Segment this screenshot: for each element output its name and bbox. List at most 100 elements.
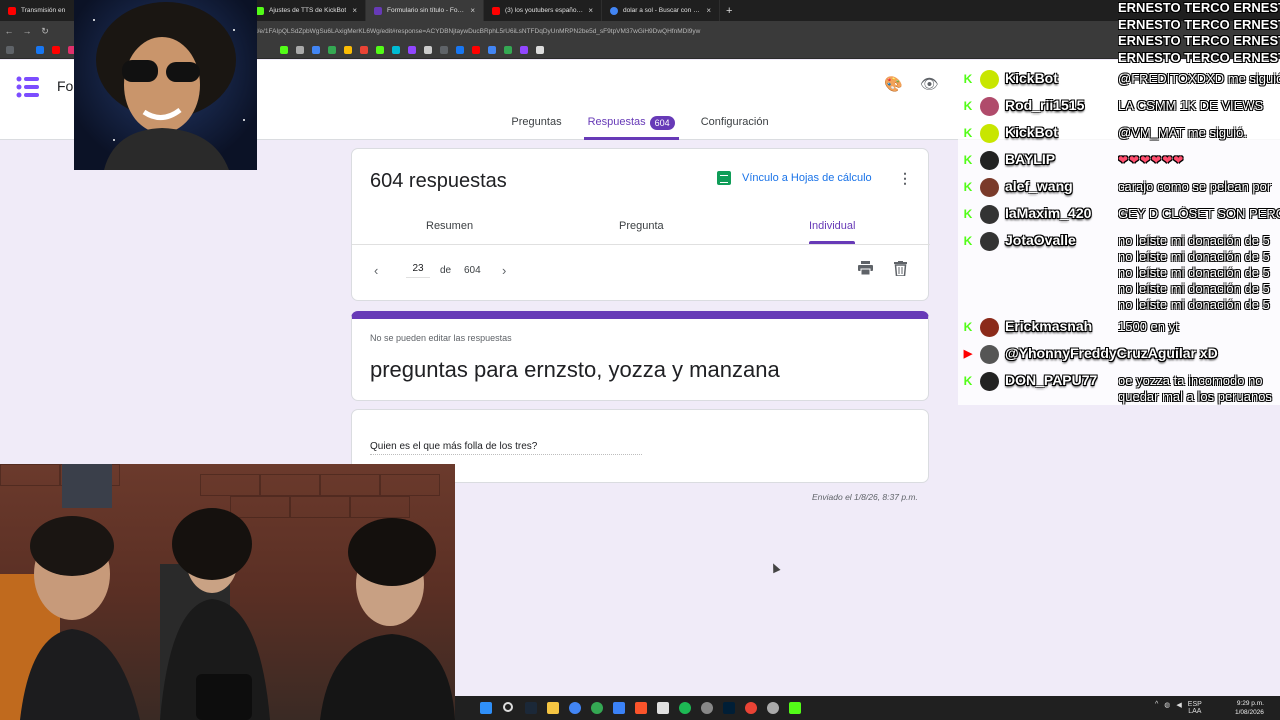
avatar	[980, 345, 999, 364]
preview-eye-icon[interactable]: 👁	[920, 76, 939, 94]
obs-icon[interactable]	[701, 702, 713, 714]
avatar	[980, 124, 999, 143]
print-icon[interactable]	[858, 261, 873, 275]
tab-configuracion[interactable]: Configuración	[697, 110, 773, 140]
tab-respuestas[interactable]: Respuestas 604	[583, 110, 679, 140]
no-edit-notice: No se pueden editar las respuestas	[370, 333, 512, 343]
bookmark-icon[interactable]	[344, 45, 352, 54]
clock[interactable]: 9:29 p.m. 1/08/2026	[1235, 699, 1264, 717]
bookmark-icon[interactable]	[376, 45, 384, 54]
forward-icon[interactable]: →	[18, 26, 36, 36]
ticker-line: ERNESTO TERCO ERNESTO	[1118, 33, 1280, 48]
next-response-icon[interactable]: ›	[502, 263, 506, 278]
bookmark-icon[interactable]	[488, 45, 496, 54]
streamer-avatar-overlay	[74, 0, 257, 170]
kick-icon: K	[963, 320, 973, 334]
back-icon[interactable]: ←	[0, 26, 18, 36]
app-icon[interactable]	[613, 702, 625, 714]
bookmark-icon[interactable]	[456, 45, 464, 54]
sheets-icon	[717, 171, 731, 185]
bookmark-icon[interactable]	[440, 45, 448, 54]
chat-text: @VM_MAT me siguió.	[1118, 125, 1248, 140]
new-tab-button[interactable]: +	[720, 5, 738, 17]
bookmark-icon[interactable]	[280, 45, 288, 54]
link-to-sheets-button[interactable]: Vínculo a Hojas de cálculo	[717, 171, 872, 185]
bookmark-icon[interactable]	[472, 45, 480, 54]
close-icon[interactable]: ×	[352, 6, 357, 15]
bookmark-icon[interactable]	[52, 45, 60, 54]
responses-count: 604 respuestas	[370, 170, 507, 192]
bookmark-icon[interactable]	[36, 45, 44, 54]
app-icon[interactable]	[789, 702, 801, 714]
bookmark-icon[interactable]	[360, 45, 368, 54]
bookmark-icon[interactable]	[392, 45, 400, 54]
search-icon[interactable]	[503, 702, 513, 712]
bookmark-icon[interactable]	[504, 45, 512, 54]
avatar	[980, 70, 999, 89]
language-indicator[interactable]: ESP LAA	[1188, 701, 1202, 715]
close-icon[interactable]: ×	[588, 6, 593, 15]
forms-logo-icon[interactable]	[16, 76, 40, 98]
form-doc-title[interactable]: Fo	[57, 78, 73, 94]
photoshop-icon[interactable]	[723, 702, 735, 714]
previous-response-icon[interactable]: ‹	[374, 263, 378, 278]
calculator-icon[interactable]	[657, 702, 669, 714]
bookmark-icon[interactable]	[296, 45, 304, 54]
system-tray: ^ ◍ ◀ ESP LAA	[1155, 701, 1202, 715]
chat-username: KickBot	[1005, 124, 1058, 140]
bookmark-icon[interactable]	[312, 45, 320, 54]
bookmark-icon[interactable]	[408, 45, 416, 54]
windows-taskbar: ^ ◍ ◀ ESP LAA 9:29 p.m. 1/08/2026	[455, 696, 1280, 720]
windows-start-icon[interactable]	[480, 702, 492, 714]
subtab-pregunta[interactable]: Pregunta	[619, 220, 664, 232]
chat-text: carajo como se pelean por	[1118, 179, 1272, 194]
chat-message: K IaMaxim_420 GEY D CLÓSET SON PERO	[958, 204, 1280, 226]
settings-icon[interactable]	[767, 702, 779, 714]
steam-icon[interactable]	[525, 702, 537, 714]
bookmark-icon[interactable]	[328, 45, 336, 54]
palette-icon[interactable]: 🎨	[884, 76, 903, 94]
volume-icon[interactable]: ◀	[1176, 701, 1181, 715]
current-response-input[interactable]: 23	[406, 263, 430, 278]
chat-username: Rod_rii1515	[1005, 97, 1085, 113]
chat-username: JotaOvalle	[1005, 232, 1076, 248]
bookmark-icon[interactable]	[520, 45, 528, 54]
chevron-up-icon[interactable]: ^	[1155, 701, 1158, 715]
pager-total: 604	[464, 265, 481, 276]
close-icon[interactable]: ×	[470, 6, 475, 15]
network-icon[interactable]: ◍	[1164, 701, 1170, 715]
apps-icon[interactable]	[6, 45, 14, 54]
answer-line	[370, 454, 642, 455]
subtab-individual[interactable]: Individual	[809, 220, 855, 232]
screen: Transmisión en× Ajustes de TTS de KickBo…	[0, 0, 1280, 720]
chrome-icon[interactable]	[745, 702, 757, 714]
chat-message: K BAYLIP ❤❤❤❤❤❤	[958, 150, 1280, 172]
question-text: Quien es el que más folla de los tres?	[370, 441, 538, 452]
youtube-icon: ▶	[963, 348, 973, 360]
browser-tab[interactable]: (3) los youtubers españoles má×	[484, 0, 602, 21]
close-icon[interactable]: ×	[706, 6, 711, 15]
bookmark-icon[interactable]	[536, 45, 544, 54]
folder-icon[interactable]	[547, 702, 559, 714]
chat-username: @YhonnyFreddyCruzAguilar xD	[1005, 345, 1218, 361]
more-options-icon[interactable]: ⋮	[898, 170, 912, 187]
spotify-icon[interactable]	[679, 702, 691, 714]
browser-tab[interactable]: dolar a sol - Buscar con Google×	[602, 0, 720, 21]
kick-icon: K	[963, 234, 973, 248]
google-icon	[610, 6, 618, 15]
url-field[interactable]: d/e/1FAIpQLSdZpbWgSu6LAxigMerKL6Wg/edit#…	[254, 28, 700, 35]
browser-tab-active[interactable]: Formulario sin título - Formula ×	[366, 0, 484, 21]
bookmark-icon[interactable]	[424, 45, 432, 54]
pager-of-label: de	[440, 265, 452, 276]
reload-icon[interactable]: ↻	[36, 26, 54, 37]
delete-icon[interactable]	[894, 261, 907, 276]
subtab-resumen[interactable]: Resumen	[426, 220, 473, 232]
browser-tab[interactable]: Ajustes de TTS de KickBot ×	[248, 0, 366, 21]
chat-text: LA CSMM 1K DE VIEWS	[1118, 98, 1264, 113]
chrome-icon[interactable]	[591, 702, 603, 714]
chrome-icon[interactable]	[569, 702, 581, 714]
youtube-icon	[8, 6, 16, 15]
chat-message: K Rod_rii1515 LA CSMM 1K DE VIEWS	[958, 96, 1280, 118]
brave-icon[interactable]	[635, 702, 647, 714]
tab-preguntas[interactable]: Preguntas	[507, 110, 565, 140]
